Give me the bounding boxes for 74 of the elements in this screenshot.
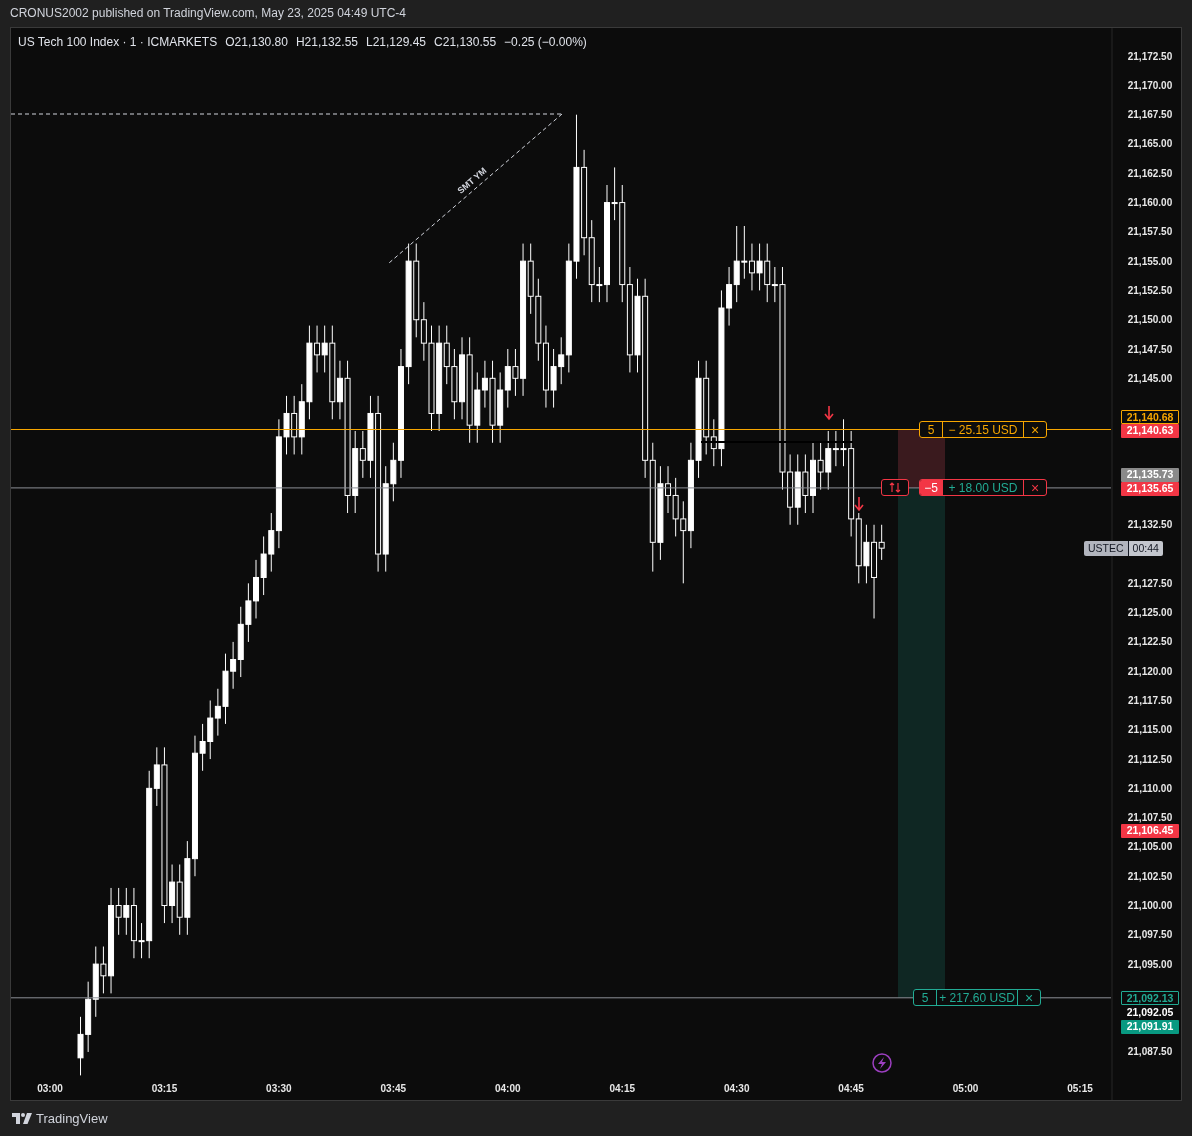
symbol-tag: USTEC [1084,541,1128,556]
time-axis-label: 03:00 [37,1083,63,1094]
close-button[interactable]: × [1018,990,1040,1006]
order-line-label[interactable]: 5 − 25.15 USD × [919,421,1047,438]
time-axis-label: 04:45 [838,1083,864,1094]
price-axis-label: 21,127.50 [1127,577,1173,589]
quantity-label: 5 [914,990,937,1006]
price-label: 21,091.91 [1121,1020,1179,1034]
time-axis-label: 03:30 [266,1083,292,1094]
price-axis-label: 21,165.00 [1127,138,1173,150]
ohlc-value: C21,130.55 [434,35,497,49]
price-axis-label: 21,110.00 [1128,782,1172,794]
price-axis-label: 21,097.50 [1127,929,1173,941]
price-axis-label: 21,105.00 [1127,841,1173,853]
time-axis-label: 04:15 [609,1083,636,1094]
price-label: 21,135.65 [1121,482,1179,496]
arrows-icon [889,482,901,494]
ohlc-value: O21,130.80 [225,35,288,49]
down-arrow-icon [824,405,834,421]
price-label: 21,135.73 [1121,468,1179,482]
price-axis-label: 21,167.50 [1127,109,1173,121]
quantity-label: 5 [920,422,943,437]
ohlc-value: L21,129.45 [366,35,427,49]
reverse-button[interactable] [881,479,909,497]
time-axis-label: 05:00 [952,1083,979,1094]
time-axis-label: 05:15 [1067,1083,1093,1094]
order-line-label[interactable]: 5 + 217.60 USD × [913,989,1041,1007]
countdown-tag: 00:44 [1127,541,1163,556]
price-axis-label: 21,160.00 [1127,197,1173,209]
price-axis-label: 21,155.00 [1127,255,1173,267]
ohlc-value: H21,132.55 [295,35,358,49]
brand-name[interactable]: TradingView [36,1111,108,1126]
price-axis-label: 21,170.00 [1127,79,1173,91]
close-button[interactable]: × [1024,422,1046,437]
time-axis-label: 04:00 [495,1083,521,1094]
price-axis-label: 21,152.50 [1127,284,1173,296]
price-axis-label: 21,100.00 [1127,900,1173,911]
time-axis-label: 03:15 [151,1083,178,1094]
price-label: 21,106.45 [1121,824,1179,838]
attribution-text: CRONUS2002 published on TradingView.com, May 23, 2025 04:49 UTC-4 [9,5,407,22]
price-axis-label: 21,115.00 [1128,724,1172,736]
order-line-label[interactable]: −5 + 18.00 USD × [919,479,1047,497]
profit-label: + 217.60 USD [937,990,1018,1006]
price-axis-label: 21,117.50 [1128,695,1172,706]
close-button[interactable]: × [1024,480,1046,496]
price-axis-label: 21,107.50 [1127,812,1173,824]
time-axis-label: 03:45 [380,1083,407,1094]
price-change: −0.25 (−0.00%) [504,35,587,49]
price-axis-label: 21,132.50 [1127,519,1173,531]
price-axis-label: 21,125.00 [1127,607,1173,619]
price-label: 21,092.05 [1125,1006,1175,1020]
price-label: 21,092.13 [1121,991,1179,1005]
quantity-label: −5 [920,480,943,496]
price-axis-label: 21,172.50 [1127,50,1173,62]
price-axis-label: 21,120.00 [1127,665,1173,677]
symbol-title: US Tech 100 Index · 1 · ICMARKETS [18,35,218,49]
price-axis-label: 21,162.50 [1127,167,1173,179]
price-label: 21,140.63 [1121,424,1179,438]
profit-label: + 18.00 USD [943,480,1024,496]
price-axis-label: 21,157.50 [1127,226,1173,238]
down-arrow-icon [854,496,864,512]
price-axis-label: 21,145.00 [1127,372,1173,384]
logo-icon [12,1113,32,1124]
price-label: 21,140.68 [1121,410,1179,424]
time-axis-label: 04:30 [723,1083,750,1094]
price-axis-label: 21,087.50 [1127,1046,1173,1058]
profit-label: − 25.15 USD [943,422,1024,437]
price-axis-label: 21,112.50 [1128,753,1172,765]
price-axis-label: 21,102.50 [1127,870,1173,882]
price-axis-label: 21,122.50 [1127,636,1173,648]
lightning-icon[interactable] [872,1053,892,1073]
price-axis-label: 21,150.00 [1127,314,1173,326]
price-axis-label: 21,147.50 [1127,343,1173,355]
price-axis-label: 21,095.00 [1127,958,1173,970]
